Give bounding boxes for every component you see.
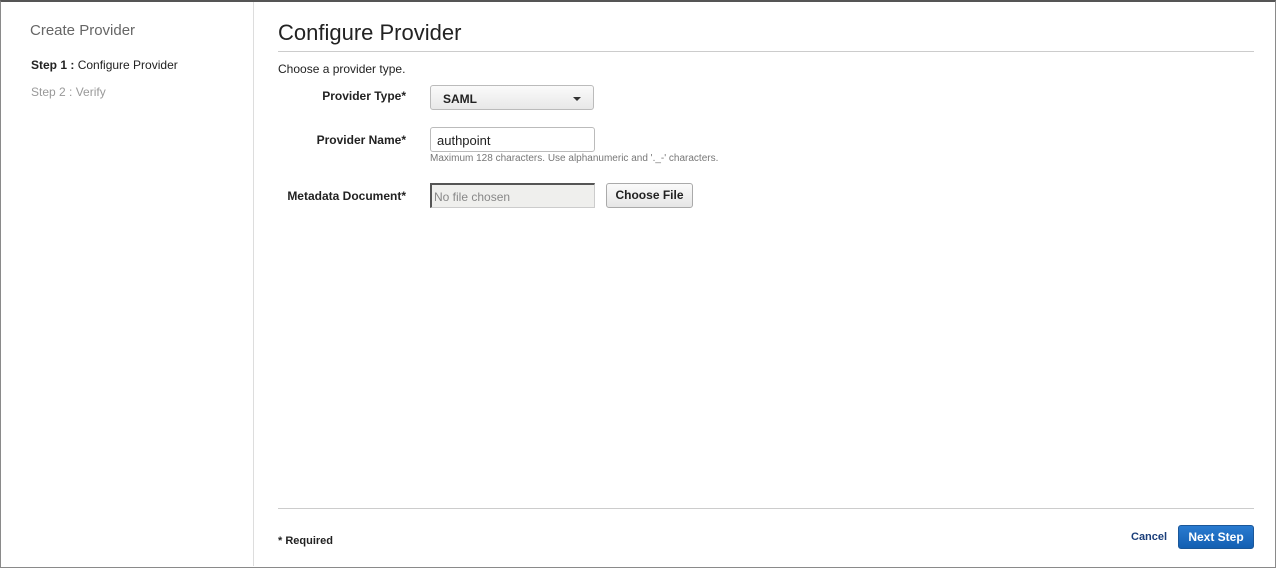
wizard-sidebar: Create Provider Step 1 : Configure Provi…: [1, 2, 254, 566]
step-1[interactable]: Step 1 : Configure Provider: [31, 58, 178, 72]
provider-name-hint: Maximum 128 characters. Use alphanumeric…: [430, 153, 719, 164]
cancel-link[interactable]: Cancel: [1131, 531, 1167, 543]
metadata-label: Metadata Document*: [287, 189, 406, 203]
title-divider: [278, 51, 1254, 52]
step-1-label: Configure Provider: [77, 58, 178, 72]
page-title: Configure Provider: [278, 20, 462, 45]
provider-name-input[interactable]: authpoint: [430, 127, 595, 152]
provider-type-select[interactable]: SAML: [430, 85, 594, 110]
intro-text: Choose a provider type.: [278, 62, 406, 76]
provider-type-value: SAML: [443, 92, 477, 106]
step-1-prefix: Step 1 :: [31, 58, 75, 72]
step-2[interactable]: Step 2 : Verify: [31, 85, 106, 99]
required-note: * Required: [278, 535, 334, 547]
footer-divider: [278, 508, 1254, 509]
next-step-button[interactable]: Next Step: [1178, 525, 1254, 549]
caret-down-icon: [573, 97, 581, 101]
provider-type-label: Provider Type*: [322, 89, 406, 103]
sidebar-title: Create Provider: [30, 22, 136, 39]
choose-file-button[interactable]: Choose File: [606, 183, 693, 208]
provider-name-label: Provider Name*: [316, 133, 406, 147]
metadata-file-field[interactable]: No file chosen: [430, 183, 595, 208]
